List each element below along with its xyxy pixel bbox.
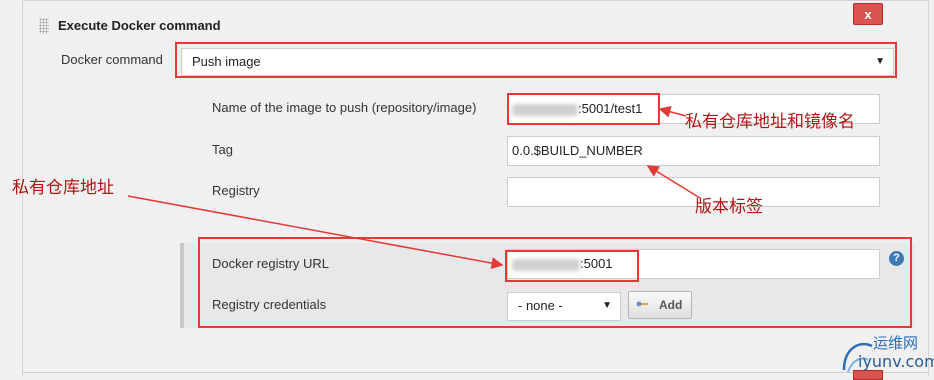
watermark-en: iyunv.com <box>858 352 934 371</box>
arrow-registry <box>127 195 504 269</box>
arrow-tag <box>646 165 701 199</box>
watermark-cn: 运维网 <box>873 334 919 352</box>
annotation-arrows <box>127 105 701 269</box>
arrow-image-name <box>658 105 687 118</box>
